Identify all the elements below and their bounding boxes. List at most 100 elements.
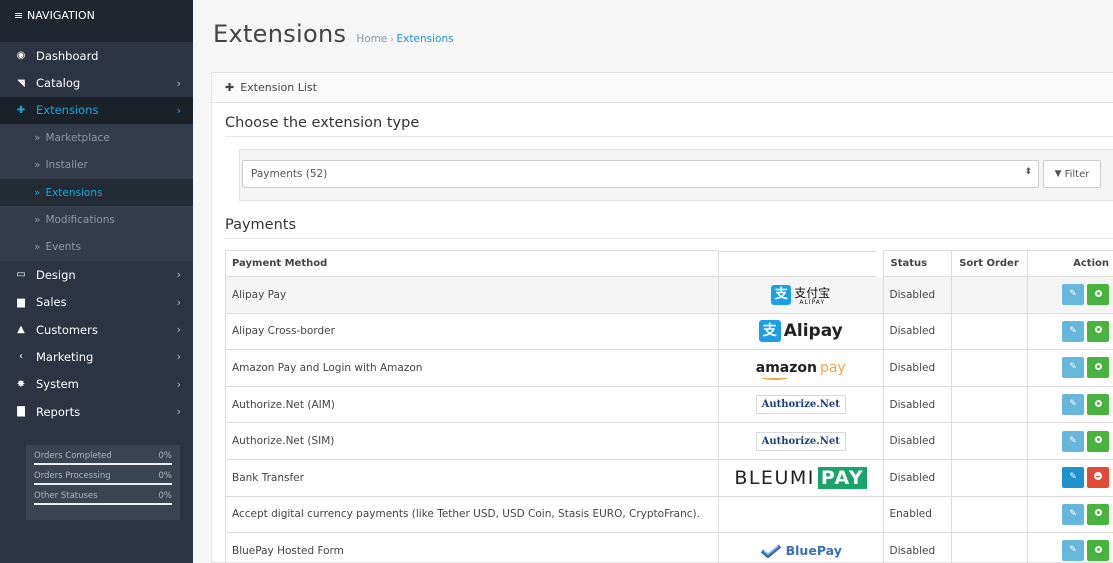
extension-type-select[interactable]: Payments (52) ⬍ (242, 160, 1039, 188)
plus-circle-icon (1094, 326, 1102, 334)
sidebar-subitem-installer[interactable]: » Installer (0, 151, 193, 179)
edit-button[interactable]: ✎ (1062, 394, 1084, 416)
table-row: Bank Transfer BLEUMI PAY Disabled ✎ (225, 459, 1113, 497)
chevron-right-icon: › (176, 103, 181, 117)
sort-order-cell (950, 422, 1027, 460)
sidebar-subitem-extensions[interactable]: » Extensions (0, 178, 193, 207)
install-button[interactable] (1087, 284, 1109, 306)
payment-method-cell: BluePay Hosted Form (225, 532, 719, 563)
sidebar-item-label: Dashboard (36, 48, 99, 63)
column-header-payment-method[interactable]: Payment Method (225, 250, 719, 277)
plus-circle-icon (1094, 362, 1102, 370)
payments-heading: Payments (225, 217, 297, 233)
edit-button[interactable]: ✎ (1062, 430, 1084, 452)
edit-button[interactable]: ✎ (1062, 320, 1084, 342)
column-header-sort-order[interactable]: Sort Order (950, 250, 1027, 277)
sidebar-item-dashboard[interactable]: ◉ Dashboard (0, 42, 193, 69)
breadcrumb: Home › Extensions (356, 33, 453, 45)
double-chevron-icon: » (34, 186, 41, 199)
sort-order-cell (950, 459, 1027, 497)
dashboard-icon: ◉ (16, 50, 26, 62)
sidebar-item-customers[interactable]: ▲ Customers › (0, 316, 193, 343)
alipay-logo: 支支付宝 ALIPAY (771, 284, 830, 306)
sort-order-cell (950, 532, 1027, 563)
sidebar-item-marketing[interactable]: ‹ Marketing › (0, 343, 193, 370)
edit-button[interactable]: ✎ (1062, 284, 1084, 306)
authorize-net-logo: Authorize.Net (755, 395, 846, 415)
payment-method-cell: Authorize.Net (AIM) (225, 386, 719, 424)
nav-list: ◉ Dashboard ◥ Catalog › ✚ Extensions › » Marketpl… (0, 42, 193, 425)
action-cell: ✎ (1026, 459, 1113, 497)
sort-order-cell (950, 313, 1027, 351)
sort-order-cell (950, 386, 1027, 424)
bluepay-logo-text: BluePay (785, 543, 842, 559)
status-cell: Disabled (882, 349, 951, 387)
choose-type-heading: Choose the extension type (225, 115, 420, 131)
chevron-right-icon: › (176, 323, 181, 337)
alipay-logo-text: 支付宝 ALIPAY (794, 284, 830, 306)
amazon-logo-pay: pay (819, 359, 846, 376)
edit-button[interactable]: ✎ (1062, 467, 1084, 489)
status-cell: Disabled (882, 276, 951, 314)
uninstall-button[interactable] (1087, 467, 1109, 489)
sidebar: ≡ NAVIGATION ◉ Dashboard ◥ Catalog › ✚ Extensio… (0, 0, 193, 563)
action-cell: ✎ (1026, 386, 1113, 424)
install-button[interactable] (1087, 320, 1109, 342)
logo-cell: BluePay (717, 532, 883, 563)
sidebar-subitem-marketplace[interactable]: » Marketplace (0, 124, 193, 152)
authorize-net-logo: Authorize.Net (755, 431, 846, 451)
action-cell: ✎ (1026, 532, 1113, 563)
payment-method-cell: Authorize.Net (SIM) (225, 422, 719, 460)
sidebar-item-system[interactable]: ✸ System › (0, 371, 193, 398)
breadcrumb-home[interactable]: Home (356, 33, 387, 45)
filter-button[interactable]: ▼ Filter (1043, 160, 1101, 188)
install-button[interactable] (1087, 394, 1109, 416)
pencil-icon: ✎ (1069, 435, 1077, 446)
edit-button[interactable]: ✎ (1062, 503, 1084, 525)
install-button[interactable] (1087, 503, 1109, 525)
divider (225, 238, 1113, 239)
plus-circle-icon (1094, 545, 1102, 553)
divider (225, 136, 1113, 137)
sidebar-subitem-label: Marketplace (45, 131, 110, 144)
stat-row: Orders Processing 0% (34, 471, 172, 481)
sidebar-subitem-label: Extensions (45, 186, 103, 199)
edit-button[interactable]: ✎ (1062, 540, 1084, 562)
alipay-logo-text: Alipay (783, 321, 843, 342)
table-header-row: Payment Method Status Sort Order Action (225, 250, 1113, 277)
table-row: Alipay Pay 支支付宝 ALIPAY Disabled ✎ (225, 276, 1113, 314)
navigation-header[interactable]: ≡ NAVIGATION (0, 0, 193, 42)
sidebar-item-label: Sales (36, 295, 67, 310)
logo-cell: Authorize.Net (717, 422, 883, 460)
install-button[interactable] (1087, 430, 1109, 452)
edit-button[interactable]: ✎ (1062, 357, 1084, 379)
page-header: Extensions Home › Extensions (213, 20, 454, 48)
sidebar-item-design[interactable]: ▭ Design › (0, 261, 193, 288)
install-button[interactable] (1087, 540, 1109, 562)
sidebar-item-extensions[interactable]: ✚ Extensions › (0, 96, 193, 125)
sidebar-item-sales[interactable]: ▆ Sales › (0, 289, 193, 316)
sidebar-subitem-events[interactable]: » Events (0, 233, 193, 262)
action-cell: ✎ (1026, 496, 1113, 534)
alipay-mark-icon: 支 (771, 284, 792, 305)
install-button[interactable] (1087, 357, 1109, 379)
payments-table: Payment Method Status Sort Order Action … (225, 250, 1113, 563)
double-chevron-icon: » (34, 159, 41, 172)
sidebar-item-catalog[interactable]: ◥ Catalog › (0, 69, 193, 96)
sidebar-item-label: Marketing (36, 349, 94, 364)
chevron-right-icon: › (176, 405, 181, 419)
table-row: BluePay Hosted Form BluePay Disabled ✎ (225, 532, 1113, 563)
alipay-logo-cn: 支付宝 (794, 285, 831, 300)
stat-row: Orders Completed 0% (34, 451, 172, 461)
stat-label: Orders Processing (34, 471, 111, 481)
sidebar-item-reports[interactable]: ▇ Reports › (0, 398, 193, 425)
breadcrumb-extensions[interactable]: Extensions (397, 33, 454, 45)
type-filter-well: Payments (52) ⬍ ▼ Filter (239, 149, 1113, 201)
status-cell: Enabled (882, 496, 951, 534)
sidebar-subitem-modifications[interactable]: » Modifications (0, 206, 193, 234)
sidebar-item-label: Design (36, 267, 76, 282)
column-header-status[interactable]: Status (882, 250, 951, 277)
sort-order-cell (950, 496, 1027, 534)
stat-value: 0% (158, 491, 173, 501)
stat-row: Other Statuses 0% (34, 491, 172, 501)
